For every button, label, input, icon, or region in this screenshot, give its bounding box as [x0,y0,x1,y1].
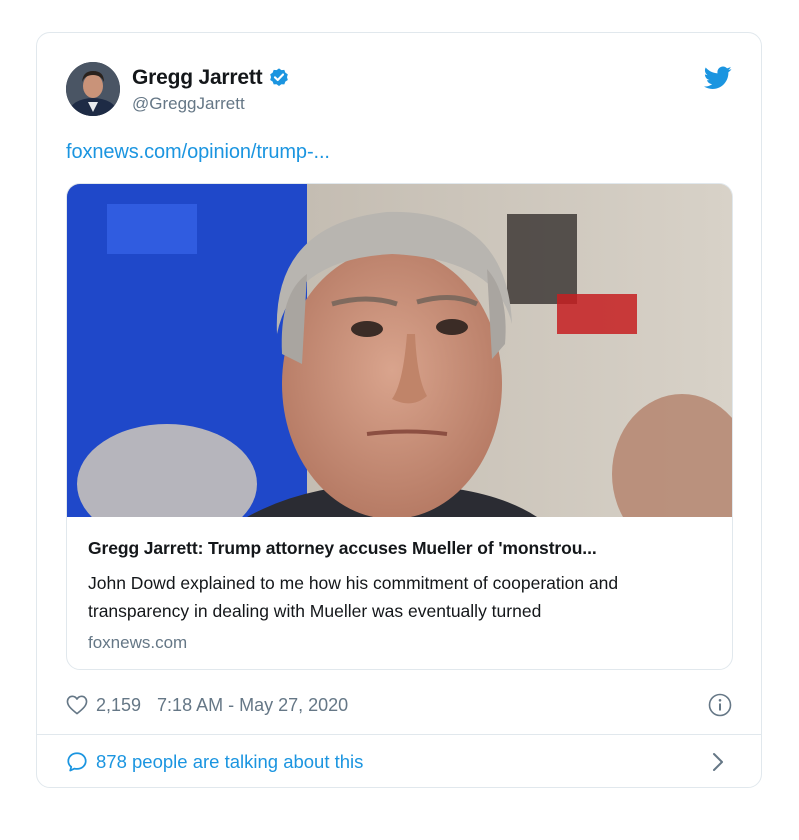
preview-title[interactable]: Gregg Jarrett: Trump attorney accuses Mu… [88,538,712,559]
tweet-link[interactable]: foxnews.com/opinion/trump-... [66,141,330,164]
talking-about-text[interactable]: 878 people are talking about this [96,751,363,773]
verified-badge-icon [268,67,290,89]
tweet-meta: 2,159 7:18 AM - May 27, 2020 [66,693,732,717]
preview-text: Gregg Jarrett: Trump attorney accuses Mu… [88,538,712,653]
twitter-bird-icon[interactable] [703,66,732,90]
preview-image [67,184,732,517]
link-preview-card[interactable]: Gregg Jarrett: Trump attorney accuses Mu… [66,183,733,670]
author-name-row: Gregg Jarrett [132,66,290,90]
conversation-link[interactable]: 878 people are talking about this [66,749,732,775]
divider [37,734,761,735]
heart-icon[interactable] [66,695,88,715]
chevron-right-icon[interactable] [712,752,724,772]
author-display-name[interactable]: Gregg Jarrett [132,66,263,90]
preview-description: John Dowd explained to me how his commit… [88,573,619,621]
author-handle[interactable]: @GreggJarrett [132,94,245,114]
info-icon[interactable] [708,693,732,717]
tweet-embed-card: Gregg Jarrett @GreggJarrett foxnews.com/… [36,32,762,788]
preview-domain: foxnews.com [88,633,188,652]
avatar[interactable] [66,62,120,116]
tweet-timestamp[interactable]: 7:18 AM - May 27, 2020 [157,695,348,716]
like-count[interactable]: 2,159 [96,695,141,716]
tweet-header: Gregg Jarrett @GreggJarrett [66,62,732,118]
speech-bubble-icon [66,751,88,773]
